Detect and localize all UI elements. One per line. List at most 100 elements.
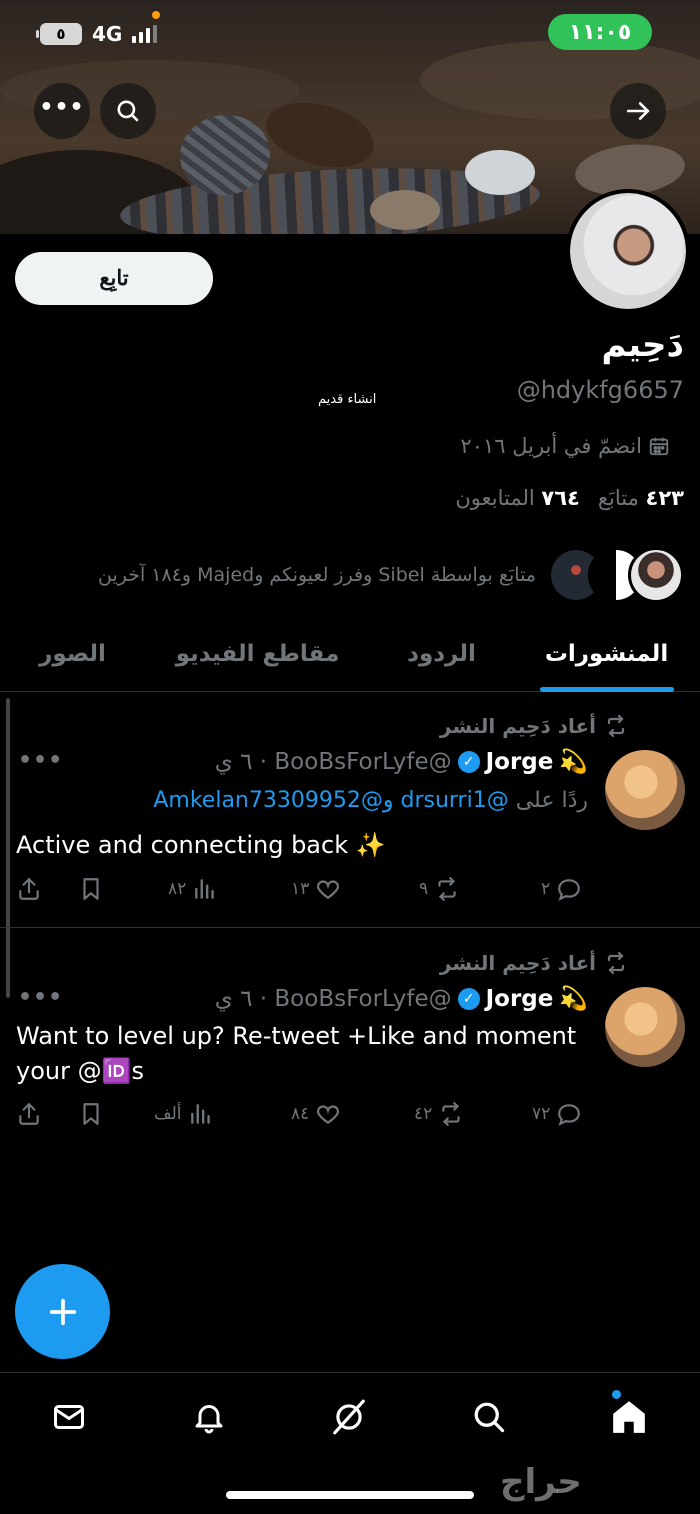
arrow-right-icon: [626, 102, 650, 120]
search-icon: [117, 100, 139, 122]
bell-icon: [195, 1405, 223, 1434]
nav-search[interactable]: [464, 1395, 514, 1439]
search-button[interactable]: [100, 83, 156, 139]
follow-stats: ٤٢٣ متابَع ٧٦٤ المتابعون: [455, 486, 684, 510]
views-icon: [190, 1104, 210, 1124]
repost-icon: [607, 951, 625, 975]
reply-to-line: ردًا على @drsurri1 و@Amkelan73309952: [153, 788, 588, 813]
reposts-count: ٩: [419, 879, 429, 899]
battery-indicator: ٥: [36, 23, 82, 45]
bookmark-button[interactable]: [78, 876, 104, 902]
nav-messages[interactable]: [44, 1395, 94, 1439]
followed-by-row[interactable]: متابَع بواسطة Sibel وفرز لعيونكم وMajed …: [98, 546, 684, 604]
reply-button[interactable]: ٢: [541, 876, 582, 902]
haraj-watermark: حراج: [500, 1462, 582, 1502]
post-text: Active and connecting back ✨: [16, 831, 386, 859]
heart-icon: [317, 880, 340, 899]
follow-button[interactable]: تابِع: [15, 252, 213, 305]
grok-icon: [333, 1399, 365, 1435]
display-name: دَحِيم: [601, 325, 685, 365]
post-item[interactable]: أعاد دَحِيم النشر 💫 Jorge ✓ @BooBsForLyf…: [0, 929, 700, 1149]
views-count: ٨٢: [168, 879, 187, 899]
post-actions: ألف ٨٤ ٤٢ ٧٢: [16, 1101, 596, 1131]
privacy-indicator-dot: [152, 11, 160, 19]
author-name[interactable]: Jorge: [486, 986, 554, 1012]
verified-badge-icon: ✓: [457, 750, 480, 773]
author-handle-time: @BooBsForLyfe · ٦ ي: [214, 748, 452, 775]
bookmark-button[interactable]: [78, 1101, 104, 1127]
views-button[interactable]: ألف: [154, 1101, 214, 1127]
followers-label: المتابعون: [455, 486, 535, 510]
signal-icon: [132, 25, 158, 43]
views-icon: [195, 879, 215, 899]
reposts-count: ٤٢: [414, 1104, 433, 1124]
profile-bio: انشاء قديم: [318, 392, 377, 407]
nav-notifications[interactable]: [184, 1395, 234, 1439]
post-text: Want to level up? Re-tweet +Like and mom…: [16, 1022, 577, 1085]
followers-stat[interactable]: ٧٦٤ المتابعون: [455, 486, 580, 510]
repost-button[interactable]: ٤٢: [414, 1101, 464, 1127]
repost-icon: [607, 714, 625, 738]
more-icon: •••: [39, 94, 85, 120]
search-icon: [474, 1402, 505, 1433]
home-notification-dot: [612, 1390, 621, 1399]
reply-mentions[interactable]: @drsurri1 و@Amkelan73309952: [153, 788, 508, 813]
post-more-button[interactable]: •••: [18, 985, 63, 1010]
share-icon: [19, 1102, 39, 1125]
views-count: ألف: [154, 1104, 182, 1124]
likes-count: ١٣: [291, 879, 310, 899]
bookmark-icon: [83, 878, 99, 900]
views-button[interactable]: ٨٢: [168, 876, 218, 902]
post-author-avatar[interactable]: [605, 750, 685, 830]
reply-prefix: ردًا على: [515, 788, 588, 813]
heart-icon: [317, 1105, 340, 1124]
comment-icon: [558, 879, 580, 901]
reply-button[interactable]: ٧٢: [532, 1101, 582, 1127]
tab-photos[interactable]: الصور: [0, 615, 145, 692]
replies-count: ٧٢: [532, 1104, 551, 1124]
repost-icon: [438, 877, 456, 901]
repost-indicator: أعاد دَحِيم النشر: [440, 714, 628, 738]
author-name[interactable]: Jorge: [486, 749, 554, 775]
tab-replies[interactable]: الردود: [370, 615, 513, 692]
mail-icon: [54, 1405, 84, 1429]
post-actions: ٨٢ ١٣ ٩ ٢: [16, 876, 596, 906]
profile-handle: @hdykfg6657: [516, 376, 684, 404]
post-more-button[interactable]: •••: [18, 748, 63, 773]
joined-date: انضمّ في أبريل ٢٠١٦: [460, 434, 670, 458]
share-button[interactable]: [16, 1101, 42, 1127]
following-stat[interactable]: ٤٢٣ متابَع: [598, 486, 684, 510]
repost-indicator: أعاد دَحِيم النشر: [440, 951, 628, 975]
bookmark-icon: [83, 1103, 99, 1125]
profile-avatar[interactable]: [566, 189, 690, 313]
compose-post-button[interactable]: [15, 1264, 110, 1359]
like-button[interactable]: ١٣: [291, 876, 341, 902]
repost-label: أعاد دَحِيم النشر: [439, 951, 596, 975]
status-time: ١١:٠٥: [548, 14, 652, 50]
back-button[interactable]: [610, 83, 666, 139]
replies-count: ٢: [541, 879, 551, 899]
nav-grok[interactable]: [324, 1395, 374, 1439]
share-icon: [19, 877, 39, 900]
author-handle-time: @BooBsForLyfe · ٦ ي: [214, 985, 452, 1012]
repost-button[interactable]: ٩: [419, 876, 460, 902]
comment-icon: [558, 1104, 581, 1126]
likes-count: ٨٤: [291, 1104, 310, 1124]
post-author-avatar[interactable]: [605, 987, 685, 1067]
post-item[interactable]: أعاد دَحِيم النشر 💫 Jorge ✓ @BooBsForLyf…: [0, 692, 700, 928]
tab-videos[interactable]: مقاطع الفيديو: [145, 615, 370, 692]
tab-posts[interactable]: المنشورات: [513, 615, 700, 692]
post-header: 💫 Jorge ✓ @BooBsForLyfe · ٦ ي: [214, 748, 588, 776]
home-icon: [613, 1401, 645, 1433]
avatar: [628, 547, 684, 603]
network-type: 4G: [92, 22, 123, 46]
post-header: 💫 Jorge ✓ @BooBsForLyfe · ٦ ي: [214, 985, 588, 1013]
status-bar-left: ٥ 4G: [36, 22, 158, 46]
home-indicator[interactable]: [226, 1491, 474, 1499]
like-button[interactable]: ٨٤: [291, 1101, 341, 1127]
share-button[interactable]: [16, 876, 42, 902]
repost-label: أعاد دَحِيم النشر: [439, 714, 596, 738]
nav-home[interactable]: [604, 1395, 654, 1439]
joined-text: انضمّ في أبريل ٢٠١٦: [460, 434, 642, 458]
more-options-button[interactable]: •••: [34, 83, 90, 139]
